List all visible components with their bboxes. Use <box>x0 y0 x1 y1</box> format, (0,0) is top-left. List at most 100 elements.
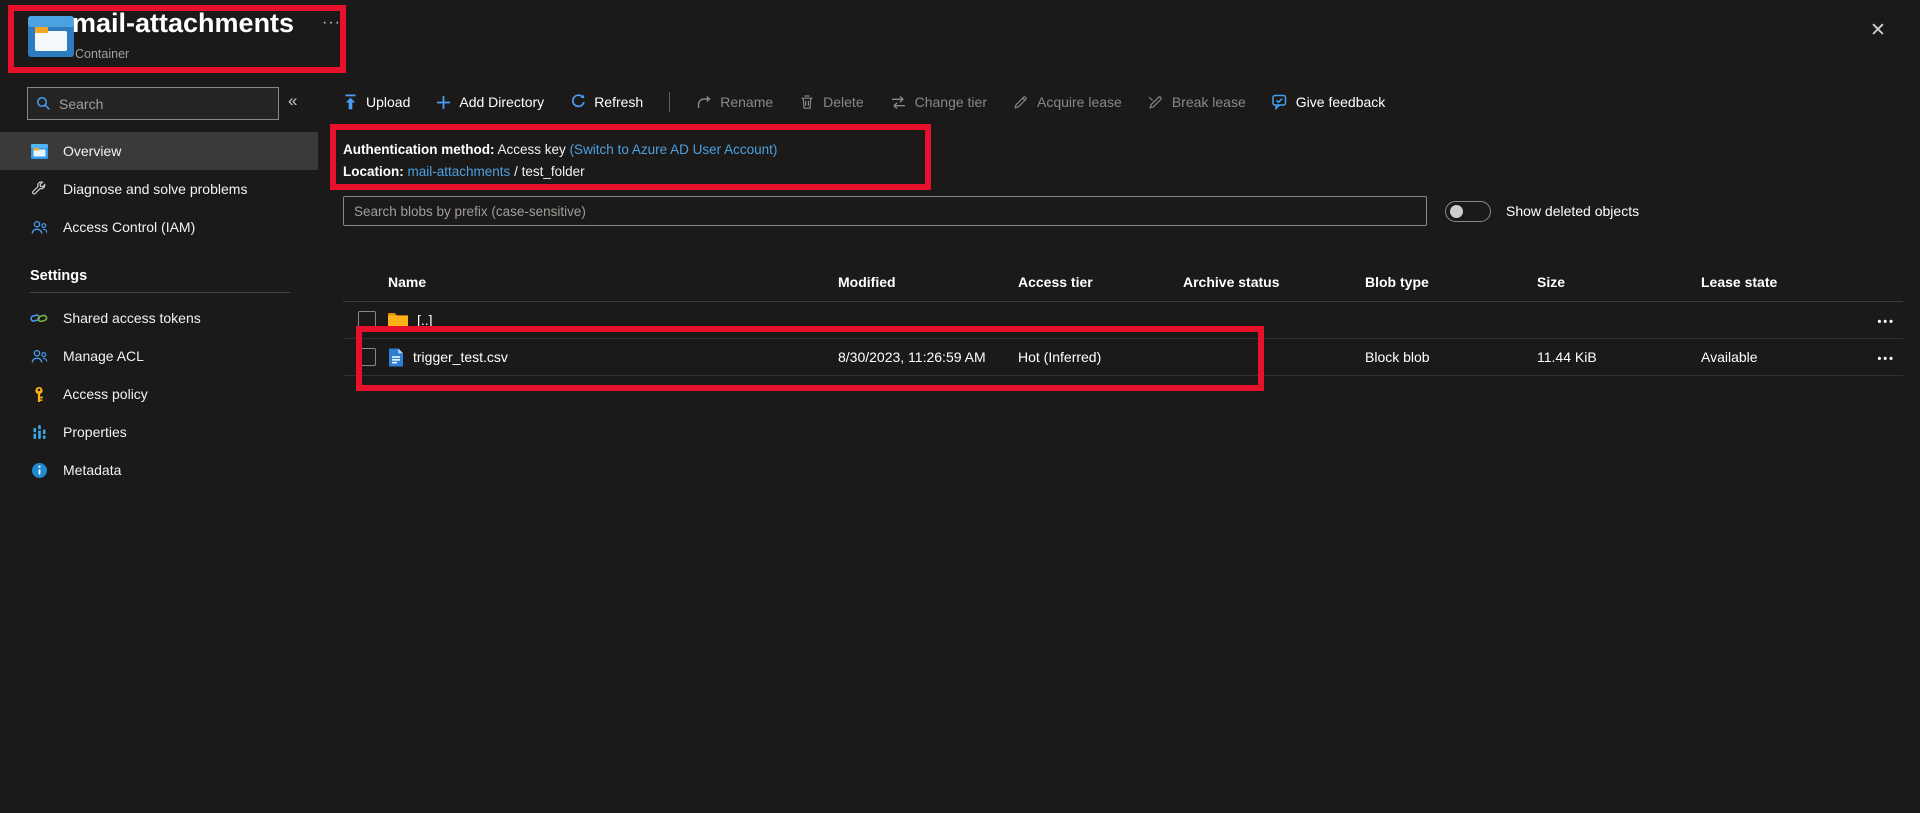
blob-prefix-search-box[interactable] <box>343 196 1427 226</box>
search-icon <box>36 96 51 111</box>
location-line: Location: mail-attachments / test_folder <box>343 161 777 183</box>
sidebar-search-box[interactable] <box>27 87 279 120</box>
cell-blob-type: Block blob <box>1365 349 1537 365</box>
sidebar-item-overview[interactable]: Overview <box>0 132 318 170</box>
column-header-modified[interactable]: Modified <box>838 274 1018 290</box>
add-directory-button[interactable]: Add Directory <box>436 94 544 110</box>
sidebar-item-label: Overview <box>63 143 121 159</box>
context-info: Authentication method: Access key (Switc… <box>343 139 777 183</box>
auth-method-line: Authentication method: Access key (Switc… <box>343 139 777 161</box>
row-checkbox[interactable] <box>358 348 376 366</box>
show-deleted-toggle[interactable] <box>1445 201 1491 222</box>
rename-button[interactable]: Rename <box>696 94 773 110</box>
upload-label: Upload <box>366 94 410 110</box>
cell-modified: 8/30/2023, 11:26:59 AM <box>838 349 1018 365</box>
cell-size: 11.44 KiB <box>1537 349 1701 365</box>
swap-arrows-icon <box>890 95 907 110</box>
show-deleted-label: Show deleted objects <box>1506 203 1639 219</box>
blob-prefix-search-input[interactable] <box>354 204 1416 219</box>
sidebar-item-label: Metadata <box>63 462 121 478</box>
table-row-trigger-test-csv[interactable]: trigger_test.csv 8/30/2023, 11:26:59 AM … <box>343 339 1903 376</box>
link-icon <box>30 309 48 327</box>
row-more-menu-icon[interactable]: ••• <box>1877 353 1895 365</box>
command-bar: Upload Add Directory Refresh Rename Del <box>343 86 1385 118</box>
feedback-icon <box>1272 94 1288 110</box>
sidebar-item-label: Properties <box>63 424 127 440</box>
table-header-row: Name Modified Access tier Archive status… <box>343 262 1903 302</box>
column-header-name[interactable]: Name <box>388 274 838 290</box>
location-label: Location: <box>343 164 404 179</box>
auth-method-value: Access key <box>498 142 566 157</box>
folder-icon <box>388 312 408 328</box>
row-checkbox[interactable] <box>358 311 376 329</box>
column-header-blob-type[interactable]: Blob type <box>1365 274 1537 290</box>
rename-icon <box>696 95 712 110</box>
toolbar-separator <box>669 92 670 112</box>
switch-auth-link[interactable]: (Switch to Azure AD User Account) <box>570 142 778 157</box>
refresh-button[interactable]: Refresh <box>570 94 643 110</box>
sidebar-item-label: Diagnose and solve problems <box>63 181 247 197</box>
sidebar-item-label: Shared access tokens <box>63 310 201 326</box>
sidebar: « Overview Diagnose and solve problems A… <box>0 82 318 813</box>
file-icon <box>388 348 404 367</box>
toggle-knob <box>1450 205 1463 218</box>
acquire-lease-label: Acquire lease <box>1037 94 1122 110</box>
wrench-icon <box>30 180 48 198</box>
sliders-icon <box>30 423 48 441</box>
settings-section-header: Settings <box>30 262 318 290</box>
sidebar-search-input[interactable] <box>59 96 259 112</box>
change-tier-label: Change tier <box>915 94 987 110</box>
trash-icon <box>799 94 815 110</box>
info-icon <box>30 461 48 479</box>
upload-button[interactable]: Upload <box>343 94 410 110</box>
delete-label: Delete <box>823 94 863 110</box>
location-container-link[interactable]: mail-attachments <box>408 164 511 179</box>
page-title: mail-attachments <box>72 8 294 39</box>
acquire-lease-button[interactable]: Acquire lease <box>1013 94 1122 110</box>
add-directory-label: Add Directory <box>459 94 544 110</box>
rename-label: Rename <box>720 94 773 110</box>
break-lease-pen-icon <box>1148 94 1164 110</box>
location-separator: / <box>514 164 518 179</box>
break-lease-button[interactable]: Break lease <box>1148 94 1246 110</box>
plus-icon <box>436 95 451 110</box>
people-icon <box>30 218 48 236</box>
blob-name[interactable]: [..] <box>417 312 433 328</box>
column-header-access-tier[interactable]: Access tier <box>1018 274 1183 290</box>
lease-pen-icon <box>1013 94 1029 110</box>
break-lease-label: Break lease <box>1172 94 1246 110</box>
page-subtitle: Container <box>75 47 129 61</box>
blob-name[interactable]: trigger_test.csv <box>413 349 508 365</box>
auth-method-label: Authentication method: <box>343 142 495 157</box>
row-more-menu-icon[interactable]: ••• <box>1877 316 1895 328</box>
column-header-size[interactable]: Size <box>1537 274 1701 290</box>
sidebar-item-properties[interactable]: Properties <box>0 413 318 451</box>
overview-container-icon <box>30 142 48 160</box>
blob-table: Name Modified Access tier Archive status… <box>343 262 1903 376</box>
change-tier-button[interactable]: Change tier <box>890 94 987 110</box>
container-blade: mail-attachments Container ··· ✕ « Overv… <box>0 0 1920 813</box>
container-icon <box>28 16 74 57</box>
sidebar-item-diagnose[interactable]: Diagnose and solve problems <box>0 170 318 208</box>
close-icon[interactable]: ✕ <box>1862 14 1894 46</box>
sidebar-item-metadata[interactable]: Metadata <box>0 451 318 489</box>
give-feedback-label: Give feedback <box>1296 94 1386 110</box>
refresh-label: Refresh <box>594 94 643 110</box>
column-header-lease-state[interactable]: Lease state <box>1701 274 1866 290</box>
sidebar-item-manage-acl[interactable]: Manage ACL <box>0 337 318 375</box>
delete-button[interactable]: Delete <box>799 94 863 110</box>
settings-divider <box>30 292 290 293</box>
cell-lease-state: Available <box>1701 349 1866 365</box>
title-more-button[interactable]: ··· <box>322 14 341 32</box>
collapse-sidebar-icon[interactable]: « <box>288 91 297 111</box>
cell-access-tier: Hot (Inferred) <box>1018 349 1183 365</box>
table-row-parent-folder[interactable]: [..] ••• <box>343 302 1903 339</box>
column-header-archive-status[interactable]: Archive status <box>1183 274 1365 290</box>
location-folder: test_folder <box>522 164 585 179</box>
give-feedback-button[interactable]: Give feedback <box>1272 94 1386 110</box>
sidebar-item-access-policy[interactable]: Access policy <box>0 375 318 413</box>
sidebar-item-access-control[interactable]: Access Control (IAM) <box>0 208 318 246</box>
sidebar-item-shared-access-tokens[interactable]: Shared access tokens <box>0 299 318 337</box>
upload-icon <box>343 94 358 110</box>
sidebar-item-label: Manage ACL <box>63 348 144 364</box>
